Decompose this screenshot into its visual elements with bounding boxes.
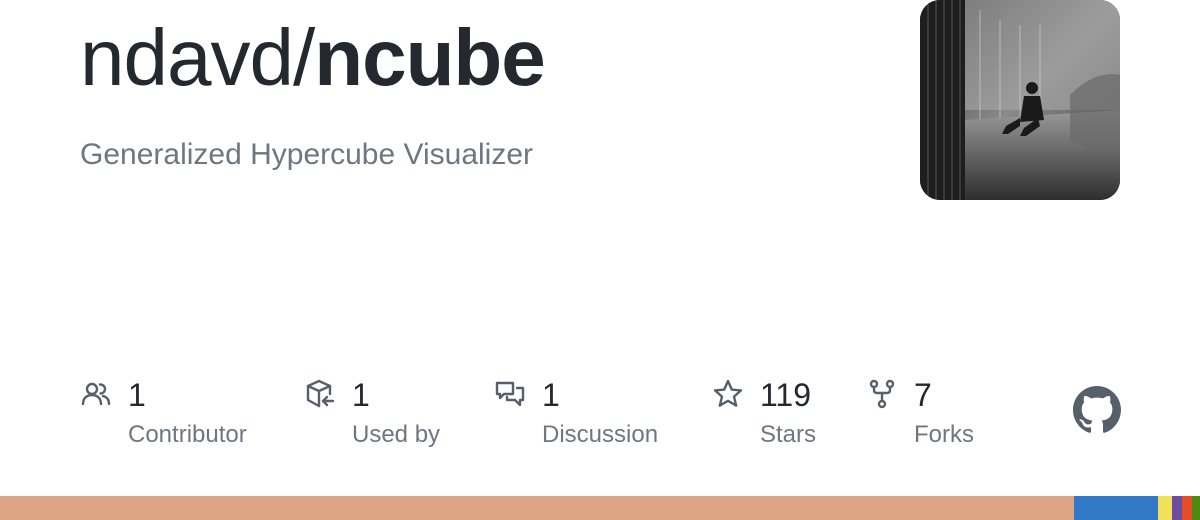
stat-label: Contributor <box>128 421 247 448</box>
language-bar <box>0 496 1200 520</box>
stat-label: Discussion <box>542 421 659 448</box>
people-icon <box>80 378 112 410</box>
star-icon <box>712 378 744 410</box>
stat-value: 1 <box>542 377 560 413</box>
repo-name[interactable]: ncube <box>314 13 546 102</box>
repo-description: Generalized Hypercube Visualizer <box>80 138 534 171</box>
stat-label: Forks <box>914 421 974 448</box>
language-segment <box>1181 496 1192 520</box>
package-dependents-icon <box>304 378 336 410</box>
stat-label: Used by <box>352 421 441 448</box>
repo-title: ndavd/ncube <box>80 13 546 102</box>
stat-value: 1 <box>128 377 146 413</box>
language-segment <box>0 496 1074 520</box>
language-segment <box>1074 496 1158 520</box>
stat-value: 7 <box>914 377 932 413</box>
stat-label: Stars <box>760 421 817 448</box>
language-segment <box>1158 496 1173 520</box>
repo-forked-icon <box>866 378 898 410</box>
language-segment <box>1191 496 1200 520</box>
github-mark-icon[interactable] <box>1073 386 1121 434</box>
owner-avatar[interactable] <box>920 0 1120 200</box>
stat-value: 119 <box>760 377 812 413</box>
avatar-image <box>920 0 1120 200</box>
stat-value: 1 <box>352 377 370 413</box>
repo-owner[interactable]: ndavd/ <box>80 13 315 102</box>
comment-discussion-icon <box>494 378 526 410</box>
language-segment <box>1172 496 1182 520</box>
